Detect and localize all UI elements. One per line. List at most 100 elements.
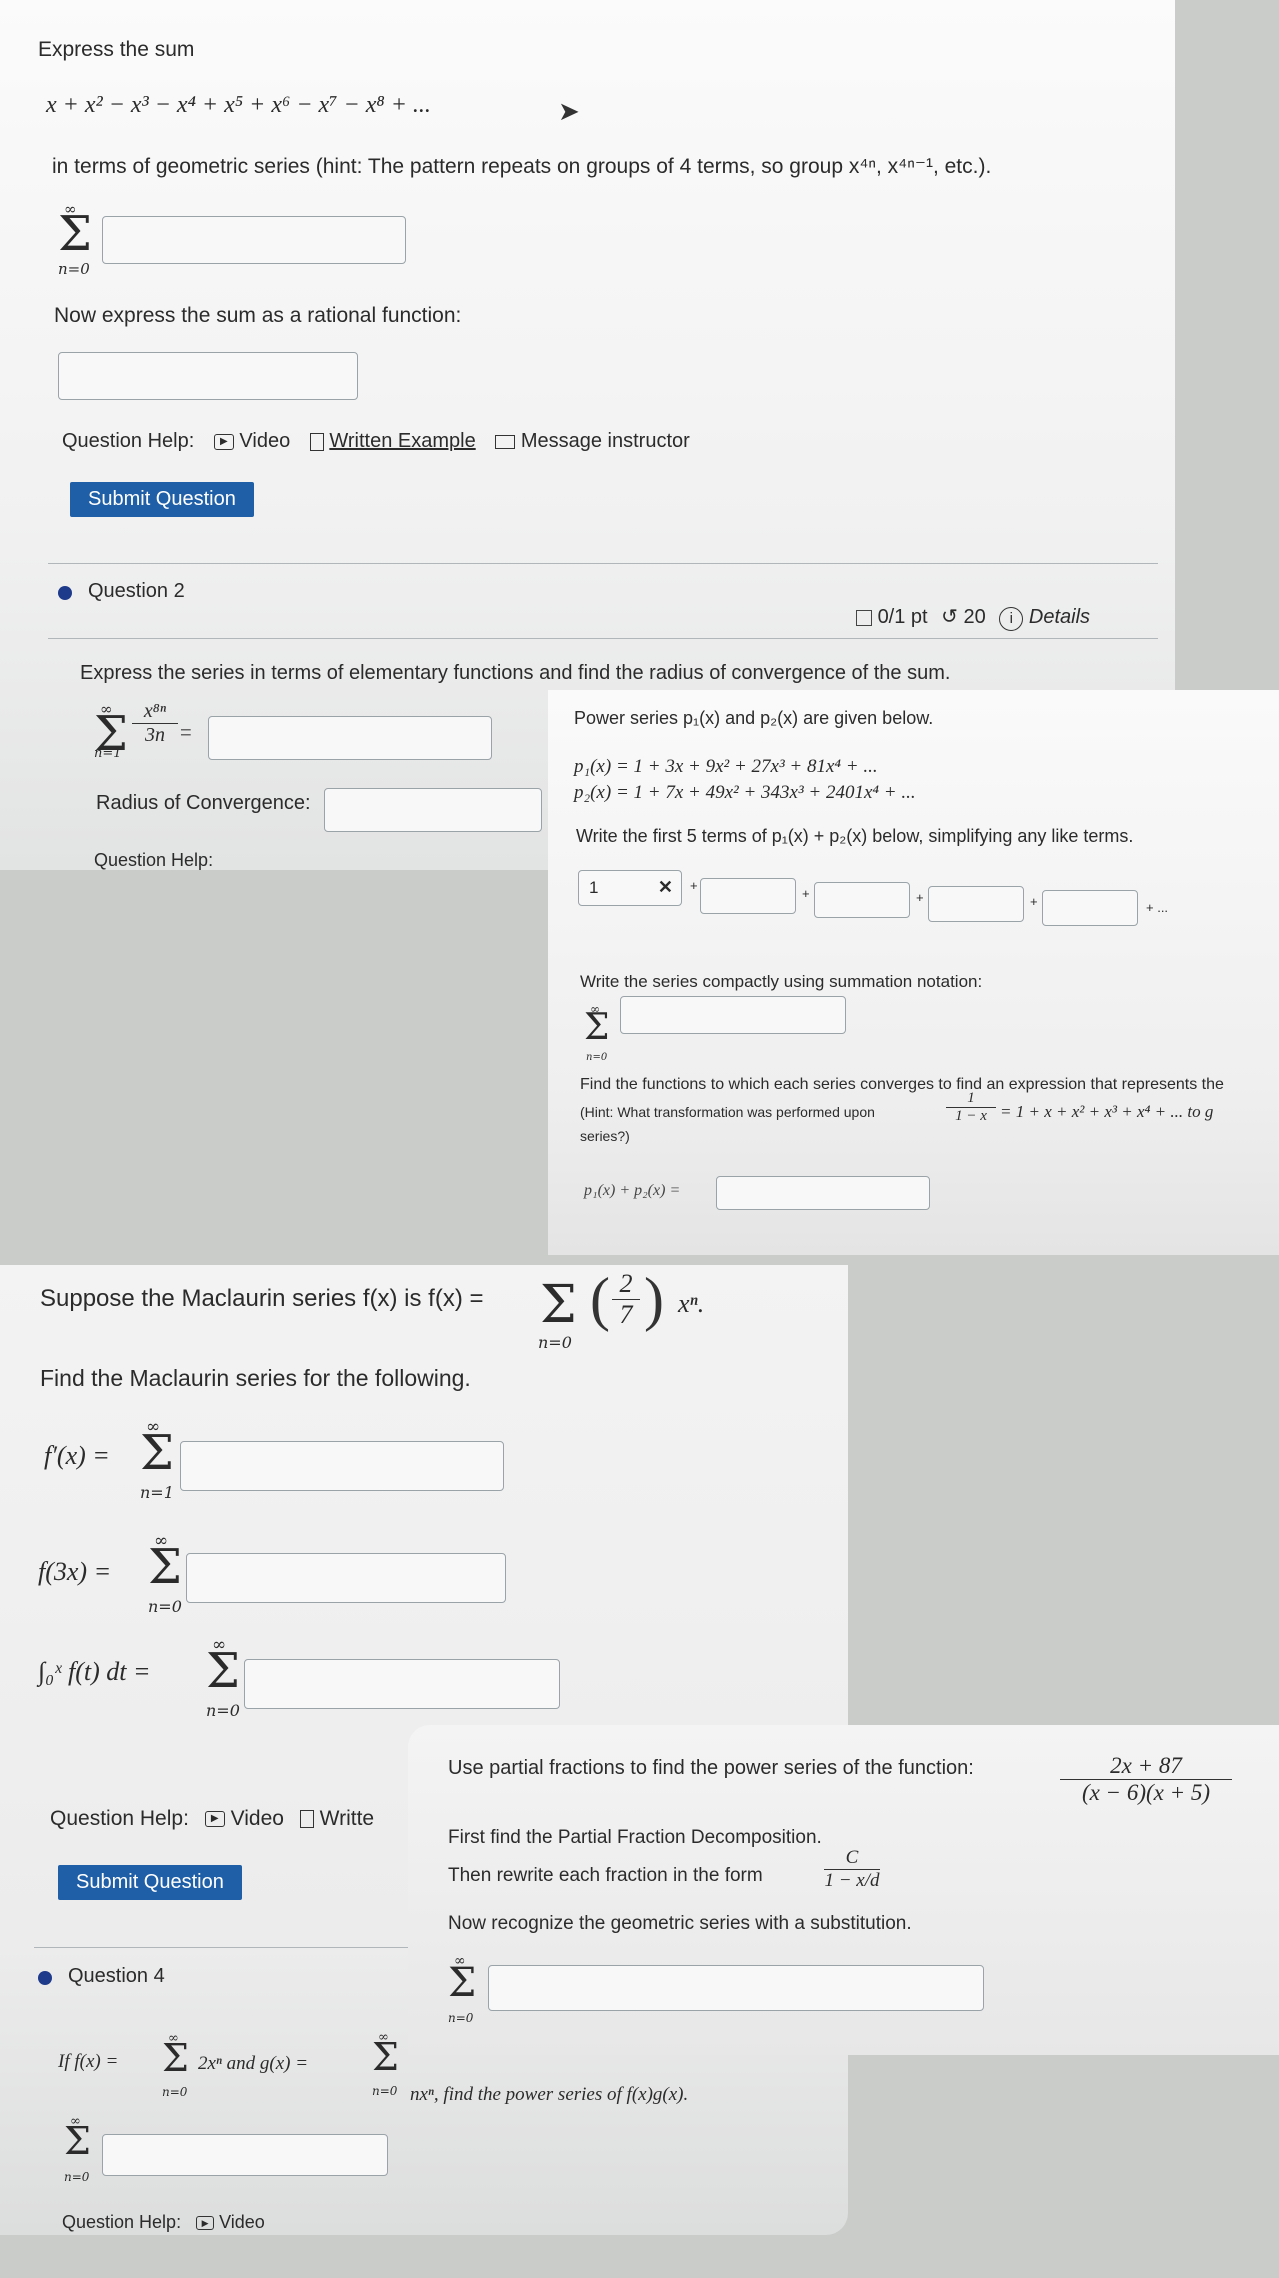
info-icon[interactable]: i bbox=[999, 607, 1024, 631]
partial-frac-den: (x − 6)(x + 5) bbox=[1081, 1780, 1211, 1805]
radius-input[interactable] bbox=[324, 788, 542, 832]
ellipsis: + ... bbox=[1146, 900, 1169, 915]
q1-help-row: Question Help: ▶ Video Written Example M… bbox=[62, 430, 690, 453]
partial-sum-input[interactable] bbox=[488, 1965, 984, 2011]
divider bbox=[48, 638, 1158, 639]
q1-sum-input[interactable] bbox=[102, 216, 406, 264]
question-help-label: Question Help: bbox=[50, 1807, 189, 1830]
q2-prompt: Express the series in terms of elementar… bbox=[80, 662, 951, 684]
q4-answer-sigma: ∞ Σ n=0 bbox=[64, 2114, 91, 2184]
p1-plus-p2-label: p₁(x) + p₂(x) = bbox=[584, 1182, 681, 1199]
f3x-label: f(3x) = bbox=[38, 1557, 112, 1586]
p1-plus-p2-input[interactable] bbox=[716, 1176, 930, 1210]
integral-label: ∫₀ˣ f(t) dt = bbox=[38, 1657, 151, 1686]
divider bbox=[34, 1947, 434, 1948]
divider bbox=[48, 563, 1158, 564]
q4-term-a: 2xⁿ and g(x) = bbox=[198, 2053, 309, 2074]
term-3-input[interactable] bbox=[814, 882, 910, 918]
term-1-input[interactable]: 1 ✕ bbox=[578, 870, 682, 906]
maclaurin-help-row: Question Help: ▶ Video Writte bbox=[50, 1807, 374, 1831]
q2-sigma: ∞ Σ n=1 bbox=[94, 700, 128, 762]
partial-sigma: ∞ Σ n=0 bbox=[448, 1953, 477, 2025]
retry-icon: ↺ bbox=[941, 606, 958, 628]
plus-sign: + bbox=[916, 890, 924, 905]
video-link[interactable]: ▶ Video bbox=[196, 2212, 265, 2232]
maclaurin-frac-den: 7 bbox=[619, 1300, 633, 1329]
partial-frac-num: 2x + 87 bbox=[1060, 1753, 1232, 1780]
incorrect-x-icon: ✕ bbox=[657, 877, 673, 897]
envelope-icon bbox=[495, 434, 516, 449]
find-prompt: Find the functions to which each series … bbox=[580, 1076, 1224, 1093]
q2-help-label: Question Help: bbox=[94, 850, 214, 870]
f3x-input[interactable] bbox=[186, 1553, 506, 1603]
step-1: First find the Partial Fraction Decompos… bbox=[448, 1827, 822, 1848]
maclaurin-frac-num: 2 bbox=[612, 1269, 640, 1300]
q2-fraction: x⁸ⁿ 3n bbox=[132, 700, 178, 747]
video-link[interactable]: ▶ Video bbox=[204, 1807, 290, 1830]
q1-intro: Express the sum bbox=[38, 38, 195, 61]
q4-sigma-f: ∞ Σ n=0 bbox=[162, 2031, 189, 2099]
form-fraction: C 1 − x/d bbox=[824, 1847, 880, 1892]
hint-fraction-den: 1 − x bbox=[955, 1108, 987, 1124]
q1-rational-prompt: Now express the sum as a rational functi… bbox=[54, 304, 462, 327]
written-example-link[interactable]: Written Example bbox=[309, 430, 481, 452]
play-video-icon: ▶ bbox=[204, 1811, 225, 1828]
partial-prompt: Use partial fractions to find the power … bbox=[448, 1757, 974, 1779]
compact-sum-input[interactable] bbox=[620, 996, 846, 1034]
video-link[interactable]: ▶ Video bbox=[213, 430, 296, 452]
written-example-link[interactable]: Writte bbox=[299, 1807, 374, 1830]
q4-title: Question 4 bbox=[68, 1965, 165, 1987]
q2-details-link[interactable]: Details bbox=[1029, 606, 1090, 628]
question-4-bullet-icon bbox=[38, 1971, 52, 1985]
plus-sign: + bbox=[690, 878, 698, 893]
q1-series-expression: x + x² − x³ − x⁴ + x⁵ + x⁶ − x⁷ − x⁸ + .… bbox=[46, 92, 431, 118]
q2-attempts: 20 bbox=[963, 606, 986, 628]
maclaurin-sigma: Σ n=0 bbox=[538, 1275, 577, 1352]
plus-sign: + bbox=[802, 886, 810, 901]
term-1-value: 1 bbox=[589, 878, 599, 897]
term-4-input[interactable] bbox=[928, 886, 1024, 922]
power-intro: Power series p₁(x) and p₂(x) are given b… bbox=[574, 708, 934, 728]
hint-series: = 1 + x + x² + x³ + x⁴ + ... to g bbox=[1000, 1102, 1214, 1121]
q2-title: Question 2 bbox=[88, 580, 185, 602]
radius-label: Radius of Convergence: bbox=[96, 792, 311, 814]
q2-series-input[interactable] bbox=[208, 716, 492, 760]
hint-fraction-num: 1 bbox=[946, 1090, 996, 1108]
form-frac-den: 1 − x/d bbox=[824, 1870, 880, 1891]
fprime-label: f′(x) = bbox=[44, 1441, 110, 1470]
term-2-input[interactable] bbox=[700, 878, 796, 914]
step-2: Then rewrite each fraction in the form bbox=[448, 1865, 763, 1886]
power-series-panel: Power series p₁(x) and p₂(x) are given b… bbox=[548, 690, 1279, 1255]
q4-help-row: Question Help: ▶ Video bbox=[62, 2212, 265, 2233]
q4-answer-input[interactable] bbox=[102, 2134, 388, 2176]
cursor-icon: ➤ bbox=[558, 96, 580, 126]
fprime-input[interactable] bbox=[180, 1441, 504, 1491]
hint-fraction: 1 1 − x bbox=[946, 1090, 996, 1125]
play-video-icon: ▶ bbox=[196, 2216, 215, 2231]
term-5-input[interactable] bbox=[1042, 890, 1138, 926]
series-word: series?) bbox=[580, 1128, 630, 1144]
maclaurin-coefficient: ( bbox=[590, 1266, 610, 1332]
q2-fraction-den: 3n bbox=[145, 724, 165, 746]
submit-question-button[interactable]: Submit Question bbox=[58, 1865, 242, 1900]
p1-formula: p₁(x) = 1 + 3x + 9x² + 27x³ + 81x⁴ + ... bbox=[574, 756, 878, 777]
q4-prompt-b: nxⁿ, find the power series of f(x)g(x). bbox=[410, 2084, 689, 2105]
suppose-label: Suppose the Maclaurin series f(x) is f(x… bbox=[40, 1285, 484, 1312]
q1-rational-input[interactable] bbox=[58, 352, 358, 400]
maclaurin-xn: xⁿ. bbox=[678, 1289, 705, 1318]
power-sigma: ∞ Σ n=0 bbox=[584, 1002, 610, 1063]
partial-fraction: 2x + 87 (x − 6)(x + 5) bbox=[1060, 1753, 1232, 1806]
plus-sign: + bbox=[1030, 894, 1038, 909]
checkbox-icon bbox=[856, 609, 872, 626]
hint-text: (Hint: What transformation was performed… bbox=[580, 1104, 875, 1120]
partial-fractions-panel: Use partial fractions to find the power … bbox=[408, 1725, 1279, 2055]
q2-score: 0/1 pt bbox=[877, 606, 928, 628]
submit-question-button[interactable]: Submit Question bbox=[70, 482, 254, 517]
step-3: Now recognize the geometric series with … bbox=[448, 1913, 912, 1934]
integral-input[interactable] bbox=[244, 1659, 560, 1709]
question-2-bullet-icon bbox=[58, 586, 72, 600]
question-help-label: Question Help: bbox=[62, 2212, 182, 2232]
q1-hint: in terms of geometric series (hint: The … bbox=[52, 155, 992, 178]
message-instructor-link[interactable]: Message instructor bbox=[495, 430, 690, 452]
maclaurin-paren-close: ) bbox=[644, 1266, 664, 1332]
